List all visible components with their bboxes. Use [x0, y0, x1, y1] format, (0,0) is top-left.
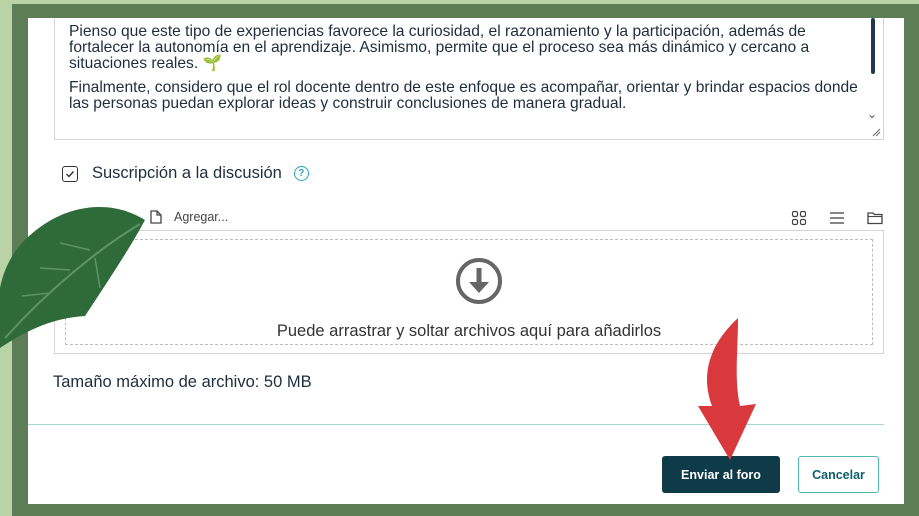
dropzone-container: Puede arrastrar y soltar archivos aquí p…: [54, 230, 884, 354]
submit-to-forum-button[interactable]: Enviar al foro: [662, 456, 780, 493]
editor-paragraph-1: Pienso que este tipo de experiencias fav…: [69, 23, 810, 72]
subscription-row: Suscripción a la discusión ?: [62, 164, 309, 183]
add-file-button[interactable]: Agregar...: [150, 210, 228, 224]
cancel-button[interactable]: Cancelar: [798, 456, 879, 493]
divider: [28, 424, 884, 425]
subscription-label: Suscripción a la discusión: [92, 164, 282, 182]
max-file-size: Tamaño máximo de archivo: 50 MB: [53, 373, 312, 391]
list-view-icon[interactable]: [829, 211, 845, 225]
dropzone-text: Puede arrastrar y soltar archivos aquí p…: [276, 322, 662, 340]
folder-view-icon[interactable]: [867, 211, 884, 225]
view-switcher: [791, 210, 884, 226]
add-file-label: Agregar...: [174, 210, 229, 224]
document-icon: [150, 210, 162, 224]
forum-reply-panel: Pienso que este tipo de experiencias fav…: [28, 18, 904, 504]
grid-view-icon[interactable]: [791, 210, 807, 226]
help-icon[interactable]: ?: [293, 166, 309, 181]
check-icon: [66, 170, 75, 178]
scroll-down-icon[interactable]: ⌄: [867, 106, 877, 122]
subscription-checkbox[interactable]: [62, 165, 78, 182]
filepicker-toolbar: Agregar...: [54, 210, 884, 230]
editor-scrollbar[interactable]: [871, 18, 875, 74]
download-arrow-icon: [456, 258, 502, 304]
resize-handle-icon[interactable]: [871, 127, 881, 137]
file-dropzone[interactable]: Puede arrastrar y soltar archivos aquí p…: [65, 239, 873, 345]
message-editor[interactable]: Pienso que este tipo de experiencias fav…: [54, 18, 884, 140]
editor-paragraph-2: Finalmente, considero que el rol docente…: [69, 79, 858, 112]
